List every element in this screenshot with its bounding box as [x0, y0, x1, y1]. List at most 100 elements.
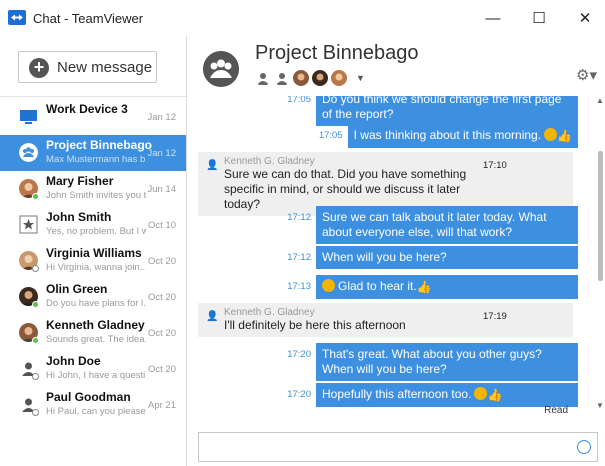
conversation-name: Work Device 3 — [46, 102, 128, 116]
message-time: 17:12 — [287, 212, 311, 223]
thumbs-up-icon: 👍 — [557, 129, 572, 143]
conversation-preview: Hi John, I have a questi... — [46, 370, 146, 381]
window-title: Chat - TeamViewer — [33, 11, 144, 26]
chevron-down-icon[interactable]: ▼ — [356, 73, 365, 83]
avatar — [331, 70, 347, 86]
offline-status-icon — [32, 409, 39, 416]
conversation-date: Oct 20 — [148, 364, 176, 375]
minimize-button[interactable]: — — [470, 0, 516, 36]
thumbs-up-icon: 👍 — [487, 388, 503, 402]
chevron-down-icon[interactable]: ▼ — [596, 401, 604, 410]
gear-icon[interactable]: ⚙▾ — [576, 66, 597, 84]
message-bubble: I was thinking about it this morning. 👍 — [347, 124, 578, 148]
person-icon: 👤 — [206, 160, 219, 171]
conversation-item-mary-fisher[interactable]: Mary Fisher John Smith invites you t... … — [0, 171, 186, 207]
conversation-date: Jan 12 — [147, 148, 176, 159]
message-time: 17:19 — [483, 311, 507, 322]
conversation-date: Oct 10 — [148, 220, 176, 231]
online-status-icon — [32, 193, 39, 200]
conversation-name: Paul Goodman — [46, 390, 131, 404]
conversation-item-project-binnebago[interactable]: Project Binnebago Max Mustermann has b..… — [0, 135, 186, 171]
message-list: 17:05 Do you think we should change the … — [188, 96, 593, 424]
message-time: 17:05 — [318, 130, 343, 141]
conversation-preview: John Smith invites you t... — [46, 190, 146, 201]
conversation-item-virginia-williams[interactable]: Virginia Williams Hi Virginia, wanna joi… — [0, 243, 186, 279]
smiley-emoji-icon — [322, 279, 335, 292]
teamviewer-logo-icon — [8, 10, 26, 25]
message-scrollbar[interactable]: ▲ ▼ — [595, 96, 605, 424]
message-input-area — [198, 432, 598, 462]
chevron-up-icon[interactable]: ▲ — [596, 96, 604, 105]
conversation-name: Project Binnebago — [46, 138, 153, 152]
conversation-item-kenneth-gladney[interactable]: Kenneth Gladney Sounds great. The idea..… — [0, 315, 186, 351]
monitor-icon — [20, 110, 37, 124]
message-sender: Kenneth G. Gladney — [224, 156, 315, 167]
message-sender: Kenneth G. Gladney — [224, 307, 315, 318]
avatar — [312, 70, 328, 86]
new-message-button[interactable]: + New message — [18, 51, 157, 83]
plus-icon: + — [29, 58, 49, 78]
conversation-name: Mary Fisher — [46, 174, 114, 188]
read-status: Read — [544, 405, 568, 416]
conversation-name: John Smith — [46, 210, 112, 224]
conversation-date: Oct 20 — [148, 328, 176, 339]
group-icon — [19, 143, 38, 162]
message-text: Glad to hear it. — [338, 279, 417, 293]
offline-status-icon — [32, 373, 39, 380]
conversation-preview: Yes, no problem. But I w... — [46, 226, 146, 237]
new-message-label: New message — [57, 59, 153, 76]
sidebar-divider — [0, 96, 186, 97]
outgoing-message: 17:05 I was thinking about it this morni… — [319, 124, 578, 148]
message-bubble: Hopefully this afternoon too. 👍 — [316, 383, 578, 407]
conversation-date: Apr 21 — [148, 400, 176, 411]
conversation-preview: Hi Virginia, wanna join... — [46, 262, 146, 273]
smiley-emoji-icon — [474, 387, 488, 400]
message-text: Do you think we should change the first … — [316, 96, 578, 126]
conversation-name: Virginia Williams — [46, 246, 142, 260]
person-icon: 👤 — [206, 311, 219, 322]
message-bubble: Glad to hear it.👍 — [316, 275, 578, 299]
incoming-message: 👤 Kenneth G. Gladney I'll definitely be … — [198, 303, 573, 337]
chat-header: Project Binnebago ▼ ⚙▾ — [188, 36, 605, 96]
outgoing-message: 17:05 Do you think we should change the … — [287, 96, 578, 126]
star-icon — [19, 215, 38, 234]
conversation-item-olin-green[interactable]: Olin Green Do you have plans for l... Oc… — [0, 279, 186, 315]
maximize-button[interactable]: ☐ — [516, 0, 562, 36]
title-bar: Chat - TeamViewer — ☐ ✕ — [0, 0, 605, 36]
outgoing-message: 17:12 When will you be here? — [287, 246, 578, 269]
close-button[interactable]: ✕ — [562, 0, 605, 36]
conversation-item-john-smith[interactable]: John Smith Yes, no problem. But I w... O… — [0, 207, 186, 243]
conversation-item-john-doe[interactable]: John Doe Hi John, I have a questi... Oct… — [0, 351, 186, 387]
outgoing-message: 17:20 That's great. What about you other… — [287, 343, 578, 381]
person-placeholder-icon — [276, 73, 288, 85]
emoji-picker-icon[interactable] — [577, 440, 591, 454]
participant-list[interactable]: ▼ — [255, 70, 365, 86]
conversation-name: Kenneth Gladney — [46, 318, 145, 332]
outgoing-message: 17:12 Sure we can talk about it later to… — [287, 206, 578, 244]
message-time: 17:20 — [287, 389, 311, 400]
avatar — [293, 70, 309, 86]
message-input[interactable] — [199, 433, 569, 461]
thumbs-up-icon: 👍 — [416, 280, 432, 294]
scrollbar-thumb[interactable] — [598, 151, 603, 281]
online-status-icon — [32, 301, 39, 308]
conversation-date: Jun 14 — [147, 184, 176, 195]
message-time: 17:13 — [287, 281, 311, 292]
message-text: Sure we can talk about it later today. W… — [316, 206, 578, 244]
offline-status-icon — [32, 265, 39, 272]
conversation-date: Oct 20 — [148, 292, 176, 303]
message-text: That's great. What about you other guys?… — [316, 343, 578, 381]
message-text: I'll definitely be here this afternoon — [224, 318, 406, 332]
message-time: 17:12 — [287, 252, 311, 263]
conversation-date: Oct 20 — [148, 256, 176, 267]
chat-title: Project Binnebago — [255, 42, 419, 64]
conversation-item-work-device-3[interactable]: Work Device 3 Jan 12 — [0, 99, 186, 135]
message-text: Hopefully this afternoon too. — [322, 387, 472, 401]
message-text: I was thinking about it this morning. — [353, 128, 542, 142]
person-placeholder-icon — [257, 73, 269, 85]
conversation-item-paul-goodman[interactable]: Paul Goodman Hi Paul, can you please... … — [0, 387, 186, 423]
smiley-emoji-icon — [544, 128, 558, 141]
conversation-preview: Max Mustermann has b... — [46, 154, 146, 165]
message-time: 17:10 — [483, 160, 507, 171]
message-time: 17:20 — [287, 349, 311, 360]
